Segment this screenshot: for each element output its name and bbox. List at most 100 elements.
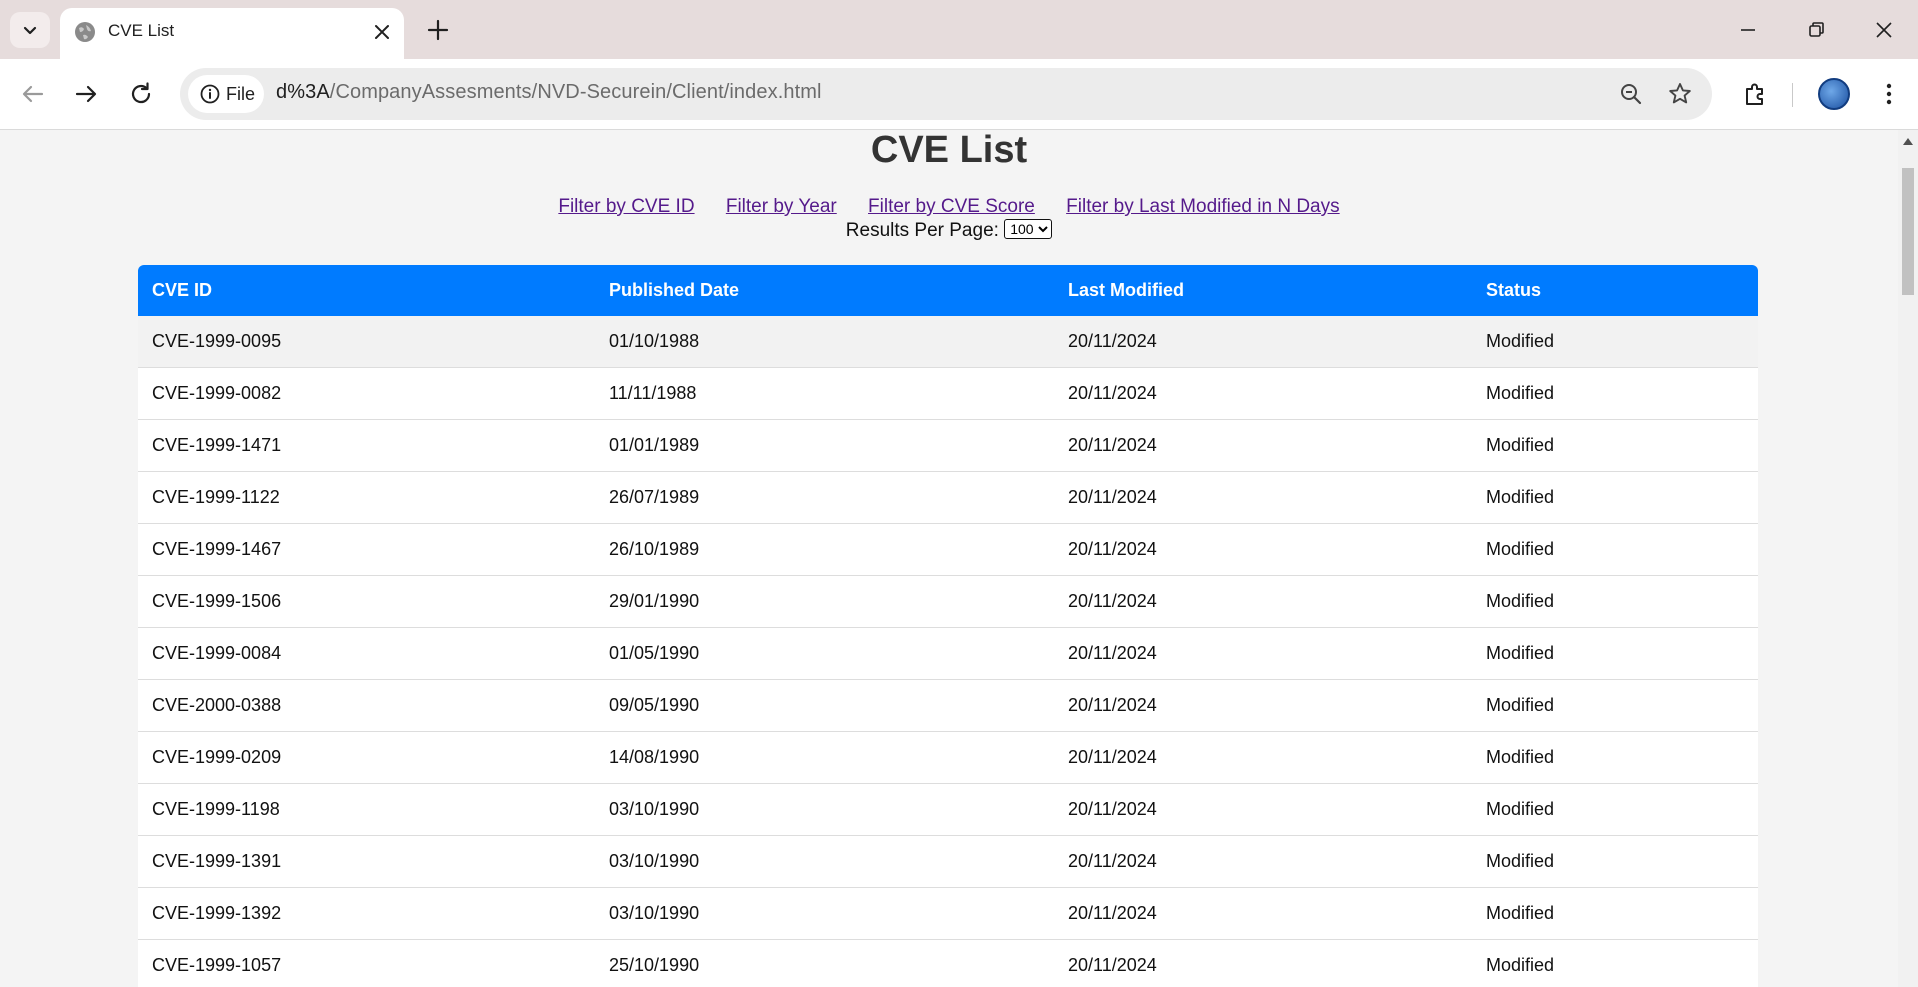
- table-row[interactable]: CVE-1999-0209 14/08/1990 20/11/2024 Modifie…: [138, 731, 1758, 784]
- star-icon[interactable]: [1667, 81, 1693, 107]
- last-modified-cell: 20/11/2024: [1054, 419, 1472, 472]
- new-tab-icon[interactable]: [424, 16, 452, 44]
- restore-icon[interactable]: [1800, 14, 1832, 46]
- cve-id-cell: CVE-1999-1391: [138, 835, 595, 888]
- results-per-page: Results Per Page: 100: [0, 219, 1898, 242]
- profile-avatar[interactable]: [1818, 78, 1850, 110]
- table-row[interactable]: CVE-1999-1467 26/10/1989 20/11/2024 Modifie…: [138, 523, 1758, 576]
- cve-id-cell: CVE-1999-0084: [138, 627, 595, 680]
- browser-toolbar: File d%3A/CompanyAssesments/NVD-Securein…: [0, 59, 1918, 130]
- status-cell: Modified: [1472, 575, 1758, 628]
- close-icon[interactable]: [370, 20, 394, 44]
- last-modified-cell: 20/11/2024: [1054, 575, 1472, 628]
- cve-id-cell: CVE-1999-0209: [138, 731, 595, 784]
- last-modified-cell: 20/11/2024: [1054, 367, 1472, 420]
- table-row[interactable]: CVE-1999-1198 03/10/1990 20/11/2024 Modifie…: [138, 783, 1758, 836]
- status-cell: Modified: [1472, 627, 1758, 680]
- cve-id-cell: CVE-1999-0095: [138, 316, 595, 368]
- published-date-cell: 25/10/1990: [595, 939, 1054, 987]
- table-row[interactable]: CVE-1999-0082 11/11/1988 20/11/2024 Modifie…: [138, 367, 1758, 420]
- status-cell: Modified: [1472, 367, 1758, 420]
- extensions-icon[interactable]: [1740, 79, 1770, 109]
- table-row[interactable]: CVE-1999-1057 25/10/1990 20/11/2024 Modifie…: [138, 939, 1758, 987]
- browser-tab[interactable]: CVE List: [60, 8, 404, 59]
- header-status: Status: [1472, 265, 1758, 316]
- header-published-date: Published Date: [595, 265, 1054, 316]
- cve-id-cell: CVE-1999-1122: [138, 471, 595, 524]
- vertical-scrollbar[interactable]: [1898, 130, 1918, 987]
- tab-search-button[interactable]: [10, 12, 50, 48]
- last-modified-cell: 20/11/2024: [1054, 939, 1472, 987]
- scroll-up-arrow[interactable]: [1903, 138, 1913, 145]
- published-date-cell: 03/10/1990: [595, 783, 1054, 836]
- table-row[interactable]: CVE-1999-1471 01/01/1989 20/11/2024 Modifie…: [138, 419, 1758, 472]
- url-host: d%3A: [276, 81, 330, 103]
- last-modified-cell: 20/11/2024: [1054, 887, 1472, 940]
- url-text[interactable]: d%3A/CompanyAssesments/NVD-Securein/Clie…: [276, 81, 822, 104]
- status-cell: Modified: [1472, 523, 1758, 576]
- window-close-icon[interactable]: [1868, 14, 1900, 46]
- page-viewport: CVE List Filter by CVE ID Filter by Year…: [0, 130, 1898, 987]
- globe-icon: [75, 22, 95, 42]
- back-arrow-icon[interactable]: [18, 79, 48, 109]
- table-row[interactable]: CVE-1999-1392 03/10/1990 20/11/2024 Modifie…: [138, 887, 1758, 940]
- last-modified-cell: 20/11/2024: [1054, 523, 1472, 576]
- info-icon: [200, 84, 220, 104]
- address-bar[interactable]: File d%3A/CompanyAssesments/NVD-Securein…: [180, 68, 1712, 120]
- table-body: CVE-1999-0095 01/10/1988 20/11/2024 Modifie…: [138, 316, 1758, 987]
- status-cell: Modified: [1472, 679, 1758, 732]
- zoom-icon[interactable]: [1618, 81, 1644, 107]
- minimize-icon[interactable]: [1732, 14, 1764, 46]
- table-row[interactable]: CVE-1999-1506 29/01/1990 20/11/2024 Modifie…: [138, 575, 1758, 628]
- cve-id-cell: CVE-1999-1506: [138, 575, 595, 628]
- filter-by-cve-score-link[interactable]: Filter by CVE Score: [868, 196, 1035, 217]
- header-cve-id: CVE ID: [138, 265, 595, 316]
- cve-table: CVE ID Published Date Last Modified Stat…: [138, 265, 1758, 987]
- table-row[interactable]: CVE-1999-1391 03/10/1990 20/11/2024 Modifie…: [138, 835, 1758, 888]
- published-date-cell: 26/10/1989: [595, 523, 1054, 576]
- cve-id-cell: CVE-1999-1467: [138, 523, 595, 576]
- scrollbar-thumb[interactable]: [1902, 168, 1914, 295]
- cve-id-cell: CVE-1999-1471: [138, 419, 595, 472]
- status-cell: Modified: [1472, 316, 1758, 368]
- filter-by-cve-id-link[interactable]: Filter by CVE ID: [558, 196, 694, 217]
- published-date-cell: 14/08/1990: [595, 731, 1054, 784]
- published-date-cell: 01/05/1990: [595, 627, 1054, 680]
- table-header-row: CVE ID Published Date Last Modified Stat…: [138, 265, 1758, 316]
- published-date-cell: 03/10/1990: [595, 835, 1054, 888]
- tab-strip: CVE List: [0, 0, 1918, 59]
- last-modified-cell: 20/11/2024: [1054, 627, 1472, 680]
- status-cell: Modified: [1472, 783, 1758, 836]
- cve-id-cell: CVE-1999-1392: [138, 887, 595, 940]
- table-row[interactable]: CVE-1999-1122 26/07/1989 20/11/2024 Modifie…: [138, 471, 1758, 524]
- published-date-cell: 29/01/1990: [595, 575, 1054, 628]
- table-row[interactable]: CVE-1999-0095 01/10/1988 20/11/2024 Modifie…: [138, 316, 1758, 368]
- published-date-cell: 01/01/1989: [595, 419, 1054, 472]
- last-modified-cell: 20/11/2024: [1054, 835, 1472, 888]
- published-date-cell: 03/10/1990: [595, 887, 1054, 940]
- last-modified-cell: 20/11/2024: [1054, 783, 1472, 836]
- reload-icon[interactable]: [126, 79, 156, 109]
- cve-id-cell: CVE-1999-0082: [138, 367, 595, 420]
- toolbar-divider: [1792, 83, 1793, 107]
- site-info-chip[interactable]: File: [188, 75, 264, 113]
- results-per-page-select[interactable]: 100: [1004, 219, 1053, 239]
- filter-by-last-modified-link[interactable]: Filter by Last Modified in N Days: [1066, 196, 1340, 217]
- last-modified-cell: 20/11/2024: [1054, 679, 1472, 732]
- status-cell: Modified: [1472, 939, 1758, 987]
- table-header: CVE ID Published Date Last Modified Stat…: [138, 265, 1758, 316]
- forward-arrow-icon[interactable]: [71, 79, 101, 109]
- table-row[interactable]: CVE-1999-0084 01/05/1990 20/11/2024 Modifie…: [138, 627, 1758, 680]
- cve-id-cell: CVE-1999-1057: [138, 939, 595, 987]
- status-cell: Modified: [1472, 471, 1758, 524]
- filter-links: Filter by CVE ID Filter by Year Filter b…: [0, 196, 1898, 218]
- table-row[interactable]: CVE-2000-0388 09/05/1990 20/11/2024 Modifie…: [138, 679, 1758, 732]
- page-title: CVE List: [870, 130, 1028, 171]
- last-modified-cell: 20/11/2024: [1054, 316, 1472, 368]
- header-last-modified: Last Modified: [1054, 265, 1472, 316]
- filter-by-year-link[interactable]: Filter by Year: [726, 196, 837, 217]
- status-cell: Modified: [1472, 887, 1758, 940]
- more-menu-icon[interactable]: [1874, 79, 1904, 109]
- last-modified-cell: 20/11/2024: [1054, 731, 1472, 784]
- site-chip-label: File: [226, 83, 256, 104]
